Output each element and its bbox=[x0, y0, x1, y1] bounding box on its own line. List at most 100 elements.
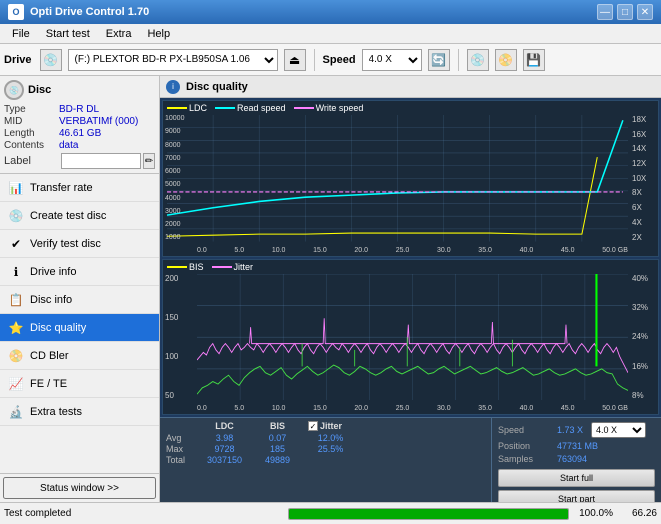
legend-write-speed-label: Write speed bbox=[316, 103, 364, 113]
contents-value: data bbox=[59, 140, 78, 151]
menu-bar: File Start test Extra Help bbox=[0, 24, 661, 44]
disc-section-title: Disc bbox=[28, 84, 51, 96]
sidebar-item-drive-info[interactable]: ℹ Drive info bbox=[0, 258, 159, 286]
speed-select[interactable]: 4.0 X bbox=[362, 49, 422, 71]
jitter-checkbox-container: ✓ Jitter bbox=[308, 421, 342, 431]
bottom-chart-svg bbox=[197, 274, 628, 401]
y-label-14x: 14X bbox=[632, 144, 656, 153]
legend-ldc: LDC bbox=[167, 103, 207, 113]
disc-icon: 💿 bbox=[4, 80, 24, 100]
status-window-button[interactable]: Status window >> bbox=[3, 477, 156, 499]
bottom-chart: BIS Jitter bbox=[162, 259, 659, 416]
disc-type-field: Type BD-R DL bbox=[4, 104, 155, 115]
chart-header: i Disc quality bbox=[160, 76, 661, 98]
sidebar-item-transfer-rate[interactable]: 📊 Transfer rate bbox=[0, 174, 159, 202]
top-chart-svg bbox=[167, 115, 628, 242]
stats-header-row: LDC BIS ✓ Jitter bbox=[166, 421, 485, 431]
legend-ldc-color bbox=[167, 107, 187, 109]
progress-percent: 100.0% bbox=[573, 508, 613, 519]
position-row: Position 47731 MB bbox=[498, 441, 655, 451]
stats-area: LDC BIS ✓ Jitter Avg 3.98 0.07 12.0% Max… bbox=[160, 417, 661, 502]
disc-label-row: Label ✏ bbox=[4, 153, 155, 169]
status-bar: Test completed 100.0% 66.26 bbox=[0, 502, 661, 524]
minimize-button[interactable]: — bbox=[597, 4, 613, 20]
legend-jitter-color bbox=[212, 266, 232, 268]
window-controls[interactable]: — □ ✕ bbox=[597, 4, 653, 20]
max-bis: 185 bbox=[255, 444, 300, 454]
speed-stat-select[interactable]: 4.0 X bbox=[591, 422, 646, 438]
type-label: Type bbox=[4, 104, 59, 115]
legend-read-speed-label: Read speed bbox=[237, 103, 286, 113]
y-label-16x: 16X bbox=[632, 130, 656, 139]
nav-menu: 📊 Transfer rate 💿 Create test disc ✔ Ver… bbox=[0, 174, 159, 473]
legend-write-speed: Write speed bbox=[294, 103, 364, 113]
disc-info-panel: 💿 Disc Type BD-R DL MID VERBATIMf (000) … bbox=[0, 76, 159, 174]
chart-header-icon: i bbox=[166, 80, 180, 94]
disc-quality-icon: ⭐ bbox=[8, 320, 24, 336]
max-ldc: 9728 bbox=[202, 444, 247, 454]
sidebar-item-fe-te[interactable]: 📈 FE / TE bbox=[0, 370, 159, 398]
mid-label: MID bbox=[4, 116, 59, 127]
disc-quality-label: Disc quality bbox=[30, 322, 86, 334]
sidebar-item-cd-bler[interactable]: 📀 CD Bler bbox=[0, 342, 159, 370]
speed-stat-val1: 1.73 X bbox=[557, 425, 583, 435]
drive-select[interactable]: (F:) PLEXTOR BD-R PX-LB950SA 1.06 bbox=[68, 49, 278, 71]
start-part-button[interactable]: Start part bbox=[498, 490, 655, 502]
sidebar-item-extra-tests[interactable]: 🔬 Extra tests bbox=[0, 398, 159, 426]
eject-button[interactable]: ⏏ bbox=[284, 49, 306, 71]
save-button[interactable]: 💾 bbox=[523, 49, 545, 71]
maximize-button[interactable]: □ bbox=[617, 4, 633, 20]
menu-start-test[interactable]: Start test bbox=[38, 26, 98, 42]
disc-button-2[interactable]: 📀 bbox=[495, 49, 517, 71]
sidebar-item-verify-test-disc[interactable]: ✔ Verify test disc bbox=[0, 230, 159, 258]
y-label-4x: 4X bbox=[632, 218, 656, 227]
disc-button-1[interactable]: 💿 bbox=[467, 49, 489, 71]
toolbar-separator-2 bbox=[458, 49, 459, 71]
progress-bar-fill bbox=[289, 509, 569, 519]
close-button[interactable]: ✕ bbox=[637, 4, 653, 20]
transfer-rate-label: Transfer rate bbox=[30, 182, 93, 194]
menu-file[interactable]: File bbox=[4, 26, 38, 42]
legend-read-speed-color bbox=[215, 107, 235, 109]
main-content: 💿 Disc Type BD-R DL MID VERBATIMf (000) … bbox=[0, 76, 661, 502]
action-buttons: Start full Start part bbox=[498, 469, 655, 502]
avg-label: Avg bbox=[166, 433, 194, 443]
position-value: 47731 MB bbox=[557, 441, 598, 451]
y-label-18x: 18X bbox=[632, 115, 656, 124]
top-chart-y-axis: 18X 16X 14X 12X 10X 8X 6X 4X 2X bbox=[630, 115, 658, 242]
contents-label: Contents bbox=[4, 140, 59, 151]
drive-info-label: Drive info bbox=[30, 266, 76, 278]
drive-info-icon: ℹ bbox=[8, 264, 24, 280]
refresh-button[interactable]: 🔄 bbox=[428, 49, 450, 71]
label-edit-button[interactable]: ✏ bbox=[143, 153, 155, 169]
extra-tests-label: Extra tests bbox=[30, 406, 82, 418]
legend-bis-label: BIS bbox=[189, 262, 204, 272]
create-test-icon: 💿 bbox=[8, 208, 24, 224]
sidebar-item-create-test-disc[interactable]: 💿 Create test disc bbox=[0, 202, 159, 230]
menu-extra[interactable]: Extra bbox=[98, 26, 140, 42]
total-ldc: 3037150 bbox=[202, 455, 247, 465]
right-panel: i Disc quality LDC Read speed bbox=[160, 76, 661, 502]
start-full-button[interactable]: Start full bbox=[498, 469, 655, 487]
app-title: Opti Drive Control 1.70 bbox=[30, 6, 149, 18]
speed-row: Speed 1.73 X 4.0 X bbox=[498, 422, 655, 438]
y-label-10x: 10X bbox=[632, 174, 656, 183]
legend-jitter-label: Jitter bbox=[234, 262, 254, 272]
menu-help[interactable]: Help bbox=[139, 26, 178, 42]
label-field-label: Label bbox=[4, 155, 59, 167]
avg-jitter: 12.0% bbox=[308, 433, 353, 443]
cd-bler-icon: 📀 bbox=[8, 348, 24, 364]
disc-label-input[interactable] bbox=[61, 153, 141, 169]
sidebar-item-disc-quality[interactable]: ⭐ Disc quality bbox=[0, 314, 159, 342]
avg-ldc: 3.98 bbox=[202, 433, 247, 443]
top-chart-x-axis: 0.0 5.0 10.0 15.0 20.0 25.0 30.0 35.0 40… bbox=[197, 247, 628, 254]
sidebar-item-disc-info[interactable]: 📋 Disc info bbox=[0, 286, 159, 314]
top-chart-y-axis-left: 10000 9000 8000 7000 6000 5000 4000 3000… bbox=[163, 115, 193, 242]
length-value: 46.61 GB bbox=[59, 128, 101, 139]
jitter-checkbox[interactable]: ✓ bbox=[308, 421, 318, 431]
toolbar-separator-1 bbox=[314, 49, 315, 71]
legend-bis: BIS bbox=[167, 262, 204, 272]
transfer-rate-icon: 📊 bbox=[8, 180, 24, 196]
drive-icon-btn[interactable]: 💿 bbox=[40, 49, 62, 71]
legend-read-speed: Read speed bbox=[215, 103, 286, 113]
